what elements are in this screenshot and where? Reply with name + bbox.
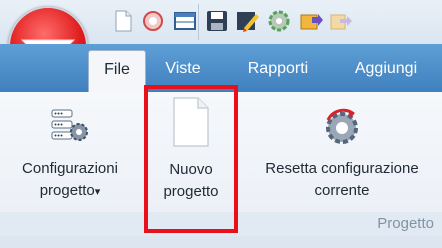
- settings-icon[interactable]: [266, 8, 292, 39]
- configurazioni-label-line2: progetto▾: [39, 182, 101, 199]
- tab-file[interactable]: File: [88, 50, 146, 93]
- group-label-progetto: Progetto: [377, 215, 434, 232]
- toolbar-separator: [198, 4, 199, 40]
- configurazioni-label-line1: Configurazioni: [22, 160, 118, 177]
- resetta-label-line1: Resetta configurazione: [265, 160, 419, 177]
- configuration-list-icon: [2, 108, 138, 150]
- resetta-label-line2: corrente: [314, 182, 370, 199]
- tab-viste[interactable]: Viste: [154, 50, 212, 88]
- refresh-icon[interactable]: [140, 8, 166, 39]
- highlight-box: [144, 85, 238, 233]
- configurazioni-progetto-button[interactable]: Configurazioni progetto▾: [2, 108, 138, 203]
- tab-aggiungi[interactable]: Aggiungi: [334, 50, 438, 88]
- reset-gear-icon: [244, 106, 440, 152]
- new-document-icon[interactable]: [110, 8, 136, 39]
- export-icon[interactable]: [328, 8, 354, 39]
- chevron-down-icon: ▾: [94, 186, 101, 198]
- resetta-configurazione-button[interactable]: Resetta configurazione corrente: [244, 106, 440, 202]
- save-icon[interactable]: [204, 8, 230, 39]
- edit-icon[interactable]: [234, 8, 260, 39]
- window-icon[interactable]: [172, 8, 198, 39]
- ribbon-bottom-edge: [0, 236, 442, 248]
- folder-arrow-icon[interactable]: [298, 8, 324, 39]
- tab-rapporti[interactable]: Rapporti: [234, 50, 322, 88]
